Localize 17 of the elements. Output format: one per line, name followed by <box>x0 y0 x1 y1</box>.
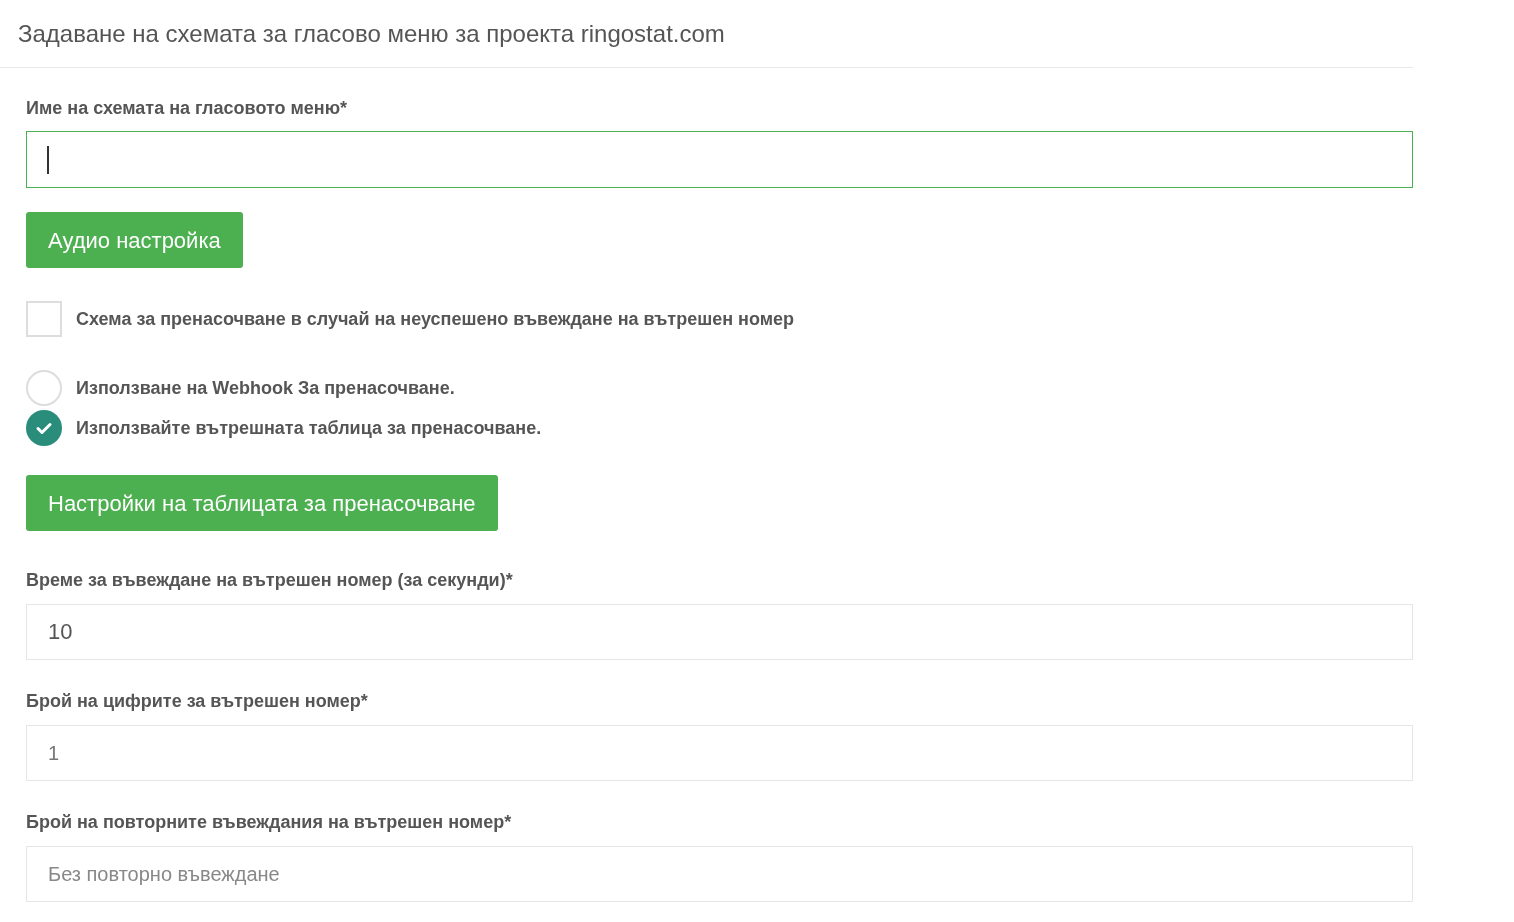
radio-label: Използване на Webhook За пренасочване. <box>76 376 455 400</box>
radio-button[interactable] <box>26 410 62 446</box>
field-label: Брой на повторните въвеждания на вътрешен номер* <box>26 811 513 834</box>
checkbox[interactable] <box>26 301 62 337</box>
field-label: Име на схемата на гласовото меню* <box>26 97 349 120</box>
page-title: Задаване на схемата за гласово меню за проекта ringostat.com <box>18 18 725 49</box>
radio-button[interactable] <box>26 370 62 406</box>
radio-label: Използвайте вътрешната таблица за пренасочване. <box>76 416 542 440</box>
audio-settings-button[interactable]: Аудио настройка <box>26 212 243 268</box>
field-label: Време за въвеждане на вътрешен номер (за секунди)* <box>26 569 514 592</box>
input-field[interactable]: 10 <box>26 604 1413 660</box>
input-field[interactable]: 1 <box>26 725 1413 781</box>
checkbox-label: Схема за пренасочване в случай на неуспешено въвеждане на вътрешен номер <box>76 307 795 331</box>
input-field[interactable] <box>26 131 1413 188</box>
table-settings-button[interactable]: Настройки на таблицата за пренасочване <box>26 475 498 531</box>
text-cursor-icon <box>47 145 49 174</box>
field-label: Брой на цифрите за вътрешен номер* <box>26 690 369 713</box>
